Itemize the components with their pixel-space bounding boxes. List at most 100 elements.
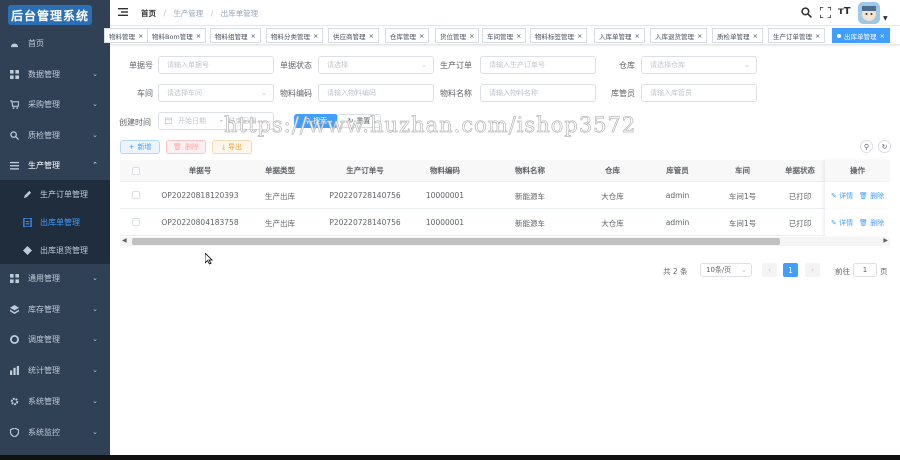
sidebar-item-dispatch[interactable]: 调度管理 ⌄ <box>0 325 110 353</box>
select-all-checkbox[interactable] <box>132 167 140 175</box>
close-icon[interactable]: × <box>251 32 256 40</box>
sidebar-item-quality[interactable]: 质检管理 ⌄ <box>0 121 110 149</box>
download-icon: ⤓ <box>221 142 226 151</box>
col-material-code: 物料编码 <box>430 166 460 175</box>
search-icon[interactable] <box>801 7 812 20</box>
detail-link[interactable]: ✎ 详情 <box>831 191 853 201</box>
tag-material-group[interactable]: 物料组管理 × <box>210 28 261 43</box>
page-size-select[interactable]: 10条/页 ⌄ <box>700 263 752 277</box>
filter-label-material-name: 物料名称 <box>440 89 472 98</box>
sidebar-item-purchase[interactable]: 采购管理 ⌄ <box>0 90 110 118</box>
sidebar-subitem-outbound[interactable]: 出库单管理 <box>0 208 110 236</box>
box-icon <box>9 304 19 314</box>
delete-link[interactable]: 🗑 删除 <box>859 191 884 201</box>
close-icon[interactable]: × <box>697 32 702 40</box>
workshop-select[interactable]: 请选择车间 ⌄ <box>158 84 274 102</box>
close-icon[interactable]: × <box>880 32 885 40</box>
cell-prod-order: P20220728140756 <box>329 191 401 200</box>
keeper-input[interactable]: 请输入库管员 <box>641 84 757 102</box>
export-button[interactable]: ⤓ 导出 <box>212 140 252 154</box>
sidebar-item-system[interactable]: 系统管理 ⌄ <box>0 387 110 415</box>
tag-material-label[interactable]: 物料标签管理 × <box>530 28 588 43</box>
tag-inbound-return[interactable]: 入库退货管理 × <box>650 28 708 43</box>
chevron-down-icon: ⌄ <box>741 266 747 274</box>
prev-page-button[interactable]: ‹ <box>762 263 777 277</box>
cell-warehouse: 大仓库 <box>601 219 624 228</box>
calendar-icon <box>165 117 172 126</box>
tag-material-category[interactable]: 物料分类管理 × <box>266 28 324 43</box>
tag-location[interactable]: 货位管理 × <box>435 28 480 43</box>
close-icon[interactable]: × <box>196 32 201 40</box>
filter-label-prod-order: 生产订单 <box>440 61 472 70</box>
font-size-icon[interactable]: тT <box>838 6 851 17</box>
scrollbar-thumb[interactable] <box>132 238 780 245</box>
delete-link[interactable]: 🗑 删除 <box>859 218 884 228</box>
caret-down-icon[interactable]: ▼ <box>883 15 888 22</box>
goto-page-input[interactable]: 1 <box>853 263 877 277</box>
warehouse-select[interactable]: 请选择仓库 ⌄ <box>641 56 757 74</box>
row-checkbox[interactable] <box>132 191 140 199</box>
breadcrumb-home[interactable]: 首页 <box>141 9 156 18</box>
date-start[interactable]: 开始日期 <box>178 116 214 126</box>
tag-material-bom[interactable]: 物料Bom管理 × <box>147 28 207 43</box>
sidebar-item-data[interactable]: 数据管理 ⌄ <box>0 60 110 88</box>
fullscreen-icon[interactable] <box>819 6 832 20</box>
date-range-picker[interactable]: 开始日期 - 结束日期 <box>158 112 274 130</box>
close-icon[interactable]: × <box>369 32 374 40</box>
chevron-down-icon: ⌄ <box>92 100 98 108</box>
row-checkbox[interactable] <box>132 218 140 226</box>
horizontal-scrollbar[interactable]: ◀ ▶ <box>120 237 890 246</box>
detail-link[interactable]: ✎ 详情 <box>831 218 853 228</box>
sidebar-item-statistics[interactable]: 统计管理 ⌄ <box>0 356 110 384</box>
date-end[interactable]: 结束日期 <box>229 116 257 126</box>
close-icon[interactable]: × <box>577 32 582 40</box>
page-number-current[interactable]: 1 <box>783 263 798 277</box>
tag-supplier[interactable]: 供应商管理 × <box>328 28 379 43</box>
sidebar-item-label: 数据管理 <box>28 69 60 79</box>
cell-doc-type: 生产出库 <box>265 219 295 228</box>
close-icon[interactable]: × <box>138 32 143 40</box>
add-button[interactable]: + 新增 <box>120 140 160 154</box>
cell-status: 已打印 <box>788 192 812 201</box>
doc-no-input[interactable]: 请输入单据号 <box>158 56 274 74</box>
tag-quality[interactable]: 质检单管理 × <box>712 28 763 43</box>
sidebar-subitem-outbound-return[interactable]: 出库退货管理 <box>0 236 110 264</box>
close-icon[interactable]: × <box>419 32 424 40</box>
delete-button[interactable]: 🗑 删除 <box>166 140 206 154</box>
tag-workshop[interactable]: 车间管理 × <box>482 28 527 43</box>
tag-warehouse[interactable]: 仓库管理 × <box>385 28 430 43</box>
sidebar-subitem-production-order[interactable]: 生产订单管理 <box>0 180 110 208</box>
tag-production-order[interactable]: 生产订单管理 × <box>768 28 826 43</box>
sidebar-item-production[interactable]: 生产管理 ⌃ <box>0 151 110 179</box>
sidebar-item-general[interactable]: 通用管理 ⌄ <box>0 264 110 292</box>
next-page-button[interactable]: › <box>805 263 820 277</box>
search-button[interactable]: ⚲ 搜索 <box>294 114 338 128</box>
sidebar-item-monitor[interactable]: 系统监控 ⌄ <box>0 418 110 446</box>
tag-inbound[interactable]: 入库单管理 × <box>594 28 645 43</box>
sidebar-item-inventory[interactable]: 库存管理 ⌄ <box>0 295 110 323</box>
doc-status-select[interactable]: 请选择 ⌄ <box>318 56 434 74</box>
scroll-left-icon[interactable]: ◀ <box>122 237 127 244</box>
close-icon[interactable]: × <box>753 32 758 40</box>
sidebar-item-home[interactable]: 首页 <box>0 29 110 57</box>
tag-outbound[interactable]: 出库单管理 × <box>832 28 890 43</box>
tag-material[interactable]: 物料管理 × <box>104 28 149 43</box>
cell-keeper: admin <box>665 218 690 227</box>
material-code-input[interactable]: 请输入物料编码 <box>318 84 434 102</box>
cell-workshop: 车间1号 <box>728 219 757 228</box>
scroll-right-icon[interactable]: ▶ <box>883 237 888 244</box>
grid-icon <box>9 69 19 79</box>
close-icon[interactable]: × <box>313 32 318 40</box>
reset-button[interactable]: ↻ 重置 <box>337 114 381 128</box>
close-icon[interactable]: × <box>815 32 820 40</box>
close-icon[interactable]: × <box>469 32 474 40</box>
sidebar-item-label: 质检管理 <box>28 130 60 140</box>
prod-order-input[interactable]: 请输入生产订单号 <box>480 56 596 74</box>
refresh-button[interactable]: ↻ <box>878 140 891 153</box>
hamburger-icon[interactable] <box>118 7 128 17</box>
material-name-input[interactable]: 请输入物料名称 <box>480 84 596 102</box>
close-icon[interactable]: × <box>516 32 521 40</box>
avatar[interactable] <box>858 2 880 24</box>
toggle-search-button[interactable]: ⚲ <box>860 140 873 153</box>
close-icon[interactable]: × <box>635 32 640 40</box>
